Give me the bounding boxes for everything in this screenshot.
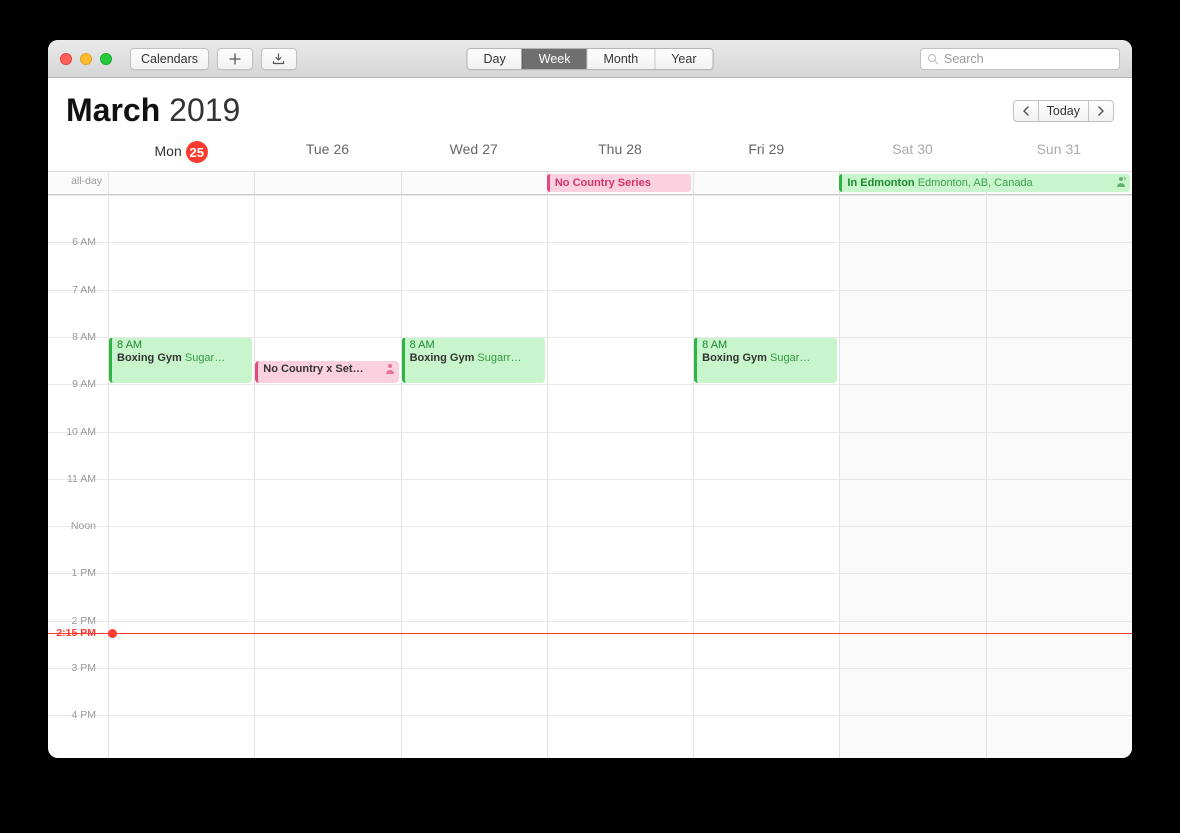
search-icon — [927, 53, 939, 65]
add-event-button[interactable] — [217, 48, 253, 70]
hour-line — [48, 384, 1132, 385]
calendar-event[interactable]: 8 AMBoxing Gym Sugar… — [694, 337, 837, 383]
window-controls — [60, 53, 112, 65]
day-header[interactable]: Sun31 — [986, 137, 1132, 171]
all-day-event[interactable]: In Edmonton Edmonton, AB, Canada — [839, 174, 1130, 192]
hour-label: Noon — [48, 520, 102, 532]
current-time-dot — [108, 629, 117, 638]
all-day-cells: No Country Series In Edmonton Edmonton, A… — [108, 172, 1132, 194]
toolbar: Calendars DayWeekMonthYear — [48, 40, 1132, 78]
hour-line — [48, 195, 1132, 196]
all-day-cell[interactable] — [693, 172, 839, 194]
day-header[interactable]: Fri29 — [693, 137, 839, 171]
day-header[interactable]: Wed27 — [401, 137, 547, 171]
inbox-button[interactable] — [261, 48, 297, 70]
all-day-cell[interactable] — [401, 172, 547, 194]
hour-line — [48, 337, 1132, 338]
calendar-event[interactable]: 8 AMBoxing Gym Sugarr… — [402, 337, 545, 383]
all-day-row: all-day No Country Series In Edmonton Edm… — [48, 171, 1132, 195]
hour-line — [48, 621, 1132, 622]
day-column[interactable] — [547, 195, 693, 758]
hour-label: 4 PM — [48, 709, 102, 721]
day-header[interactable]: Thu28 — [547, 137, 693, 171]
header: March 2019 Today — [48, 78, 1132, 137]
hour-line — [48, 290, 1132, 291]
today-button[interactable]: Today — [1039, 100, 1089, 122]
hour-line — [48, 432, 1132, 433]
hour-label: 10 AM — [48, 426, 102, 438]
chevron-left-icon — [1022, 106, 1030, 116]
search-field[interactable] — [944, 52, 1113, 66]
day-column[interactable] — [986, 195, 1132, 758]
day-column[interactable] — [839, 195, 985, 758]
view-tab-month[interactable]: Month — [586, 49, 654, 69]
view-segmented-control: DayWeekMonthYear — [467, 48, 714, 70]
hour-line — [48, 242, 1132, 243]
hour-line — [48, 573, 1132, 574]
week-grid[interactable]: 8 AMBoxing Gym Sugar…No Country x Set…8 … — [48, 195, 1132, 758]
zoom-icon[interactable] — [100, 53, 112, 65]
day-header-row: Mon25Tue26Wed27Thu28Fri29Sat30Sun31 — [48, 137, 1132, 171]
page-title: March 2019 — [66, 92, 240, 129]
hour-line — [48, 526, 1132, 527]
calendar-event[interactable]: No Country x Set… — [255, 361, 398, 384]
day-header[interactable]: Tue26 — [254, 137, 400, 171]
hour-label: 7 AM — [48, 284, 102, 296]
view-tab-week[interactable]: Week — [522, 49, 587, 69]
hour-label: 9 AM — [48, 378, 102, 390]
download-icon — [272, 53, 285, 65]
day-column[interactable]: 8 AMBoxing Gym Sugar… — [693, 195, 839, 758]
week-nav: Today — [1013, 100, 1114, 122]
day-header[interactable]: Mon25 — [108, 137, 254, 171]
hour-line — [48, 715, 1132, 716]
all-day-label: all-day — [48, 172, 108, 194]
day-column[interactable]: 8 AMBoxing Gym Sugar… — [108, 195, 254, 758]
plus-icon — [229, 53, 241, 65]
current-time-line — [48, 633, 1132, 634]
hour-line — [48, 668, 1132, 669]
prev-week-button[interactable] — [1013, 100, 1039, 122]
all-day-event[interactable]: No Country Series — [547, 174, 691, 192]
hour-label: 6 AM — [48, 236, 102, 248]
view-tab-day[interactable]: Day — [468, 49, 522, 69]
hour-label: 5 PM — [48, 757, 102, 758]
hour-label: 8 AM — [48, 331, 102, 343]
hour-label: 3 PM — [48, 662, 102, 674]
day-header[interactable]: Sat30 — [839, 137, 985, 171]
month-label: March — [66, 92, 160, 128]
chevron-right-icon — [1097, 106, 1105, 116]
day-column[interactable]: No Country x Set… — [254, 195, 400, 758]
all-day-cell[interactable] — [254, 172, 400, 194]
today-badge: 25 — [186, 141, 208, 163]
attendee-icon — [1116, 176, 1126, 192]
calendar-window: Calendars DayWeekMonthYear March 2019 To — [48, 40, 1132, 758]
day-columns: 8 AMBoxing Gym Sugar…No Country x Set…8 … — [108, 195, 1132, 758]
hour-label: 2 PM — [48, 615, 102, 627]
year-label: 2019 — [169, 92, 240, 128]
calendar-event[interactable]: 8 AMBoxing Gym Sugar… — [109, 337, 252, 383]
hour-label: 11 AM — [48, 473, 102, 485]
next-week-button[interactable] — [1089, 100, 1114, 122]
close-icon[interactable] — [60, 53, 72, 65]
day-column[interactable]: 8 AMBoxing Gym Sugarr… — [401, 195, 547, 758]
hour-line — [48, 479, 1132, 480]
hour-label: 1 PM — [48, 567, 102, 579]
search-input[interactable] — [920, 48, 1120, 70]
calendars-button[interactable]: Calendars — [130, 48, 209, 70]
minimize-icon[interactable] — [80, 53, 92, 65]
attendee-icon — [385, 363, 395, 378]
view-tab-year[interactable]: Year — [654, 49, 712, 69]
all-day-cell[interactable] — [108, 172, 254, 194]
